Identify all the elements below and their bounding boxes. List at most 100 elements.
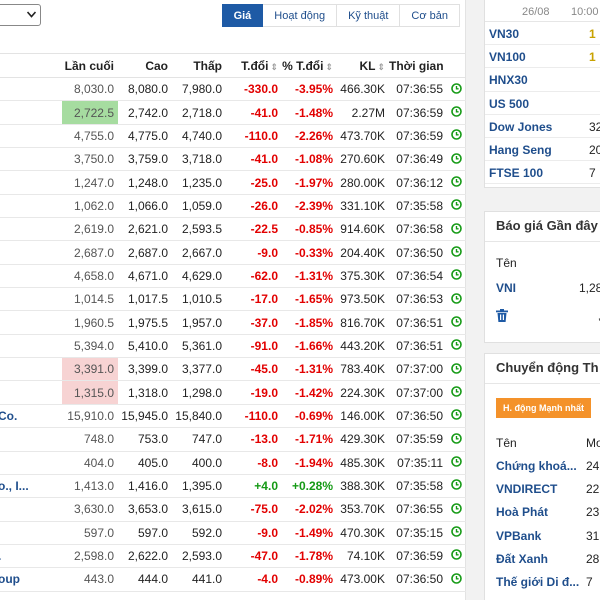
- mover-name[interactable]: Thế giới Di đ...: [496, 575, 579, 589]
- table-row[interactable]: oup 443.0 444.0 441.0 -4.0 -0.89% 473.00K 07:36…: [0, 567, 466, 592]
- index-name[interactable]: Hang Seng: [489, 143, 552, 157]
- table-row[interactable]: 4,755.0 4,775.0 4,740.0 -110.0 -2.26% 473.70K…: [0, 124, 466, 149]
- instrument-name[interactable]: [0, 147, 62, 172]
- table-row[interactable]: 1,062.0 1,066.0 1,059.0 -26.0 -2.39% 331.10K 0…: [0, 194, 466, 219]
- index-name[interactable]: US 500: [489, 97, 529, 111]
- table-row[interactable]: 2,619.0 2,621.0 2,593.5 -22.5 -0.85% 914.60K 0…: [0, 217, 466, 242]
- index-row[interactable]: US 500: [485, 92, 600, 115]
- market-movers-widget: Chuyển động Th H. động Mạnh nhất Tên Mo …: [484, 353, 600, 600]
- index-row[interactable]: HNX30: [485, 68, 600, 92]
- index-row[interactable]: VN100 1: [485, 45, 600, 69]
- instrument-name[interactable]: [0, 170, 62, 195]
- instrument-name[interactable]: [0, 451, 62, 475]
- mover-name[interactable]: VNDIRECT: [496, 482, 557, 496]
- col-header-last[interactable]: Lần cuối: [62, 53, 118, 78]
- table-toolbar: Giá Hoạt động Kỹ thuật Cơ bản: [0, 0, 466, 34]
- index-name[interactable]: HNX30: [489, 73, 528, 87]
- last-price: 3,630.0: [62, 497, 118, 522]
- col-header-pct-change[interactable]: % T.đổi ⇕: [282, 53, 337, 78]
- col-header-low[interactable]: Thấp: [172, 53, 226, 78]
- clock-icon: [451, 106, 462, 120]
- update-time: 07:36:55: [389, 497, 447, 522]
- mover-name[interactable]: VPBank: [496, 529, 541, 543]
- instrument-name[interactable]: Co.: [0, 404, 62, 429]
- high-price: 5,410.0: [118, 334, 172, 359]
- table-row[interactable]: 2,722.5 2,742.0 2,718.0 -41.0 -1.48% 2.27M 07:…: [0, 100, 466, 125]
- table-row[interactable]: 404.0 405.0 400.0 -8.0 -1.94% 485.30K 07:35:11: [0, 451, 466, 475]
- update-time: 07:36:59: [389, 544, 447, 569]
- low-price: 15,840.0: [172, 404, 226, 429]
- index-name[interactable]: FTSE 100: [489, 166, 543, 180]
- trash-icon[interactable]: [496, 309, 508, 327]
- low-price: 2,593.0: [172, 544, 226, 569]
- mover-name[interactable]: Hoà Phát: [496, 505, 548, 519]
- instrument-name[interactable]: [0, 264, 62, 289]
- table-row[interactable]: 1,960.5 1,975.5 1,957.0 -37.0 -1.85% 816.70K 0…: [0, 310, 466, 335]
- table-row[interactable]: 1,014.5 1,017.5 1,010.5 -17.0 -1.65% 973.50K 0…: [0, 287, 466, 312]
- watchlist-select[interactable]: [0, 4, 41, 26]
- instrument-name[interactable]: [0, 77, 62, 102]
- index-row[interactable]: FTSE 100 7: [485, 161, 600, 185]
- table-row[interactable]: 748.0 753.0 747.0 -13.0 -1.71% 429.30K 07:35:5…: [0, 427, 466, 452]
- clock-icon: [451, 456, 462, 470]
- mover-name[interactable]: Chứng khoá...: [496, 459, 577, 473]
- instrument-name[interactable]: [0, 427, 62, 452]
- col-header-change[interactable]: T.đổi ⇕: [226, 53, 282, 78]
- table-row[interactable]: 3,391.0 3,399.0 3,377.0 -45.0 -1.31% 783.40K 0…: [0, 357, 466, 382]
- instrument-name[interactable]: [0, 310, 62, 335]
- table-row[interactable]: Co.15,910.015,945.015,840.0-110.0-0.69%1…: [0, 404, 466, 429]
- mover-name[interactable]: Đất Xanh: [496, 552, 548, 566]
- tab-3[interactable]: Cơ bản: [400, 4, 460, 27]
- table-row[interactable]: 597.0 597.0 592.0 -9.0 -1.49% 470.30K 07:35:15: [0, 521, 466, 545]
- index-row[interactable]: Hang Seng 20: [485, 138, 600, 162]
- instrument-name[interactable]: [0, 357, 62, 382]
- col-header-volume[interactable]: KL ⇕: [337, 53, 389, 78]
- high-price: 4,671.0: [118, 264, 172, 289]
- change-percent: -2.39%: [282, 194, 337, 219]
- table-row[interactable]: 5,394.0 5,410.0 5,361.0 -91.0 -1.66% 443.20K 0…: [0, 334, 466, 359]
- index-name[interactable]: VN100: [489, 50, 526, 64]
- index-name[interactable]: VN30: [489, 27, 519, 41]
- instrument-name[interactable]: [0, 380, 62, 405]
- recent-quote-symbol[interactable]: VNI: [496, 281, 516, 295]
- tab-0[interactable]: Giá: [221, 4, 264, 27]
- instrument-name[interactable]: [0, 100, 62, 125]
- col-header-time[interactable]: Thời gian: [389, 53, 447, 78]
- instrument-name[interactable]: [0, 124, 62, 149]
- mover-row[interactable]: Đất Xanh 28: [496, 552, 600, 575]
- tab-2[interactable]: Kỹ thuật: [337, 4, 401, 27]
- sort-icon: ⇕: [377, 61, 385, 72]
- mover-row[interactable]: VNDIRECT 22: [496, 482, 600, 505]
- index-row[interactable]: VN30 1: [485, 22, 600, 46]
- instrument-name[interactable]: [0, 521, 62, 545]
- index-row[interactable]: Dow Jones 32: [485, 115, 600, 138]
- mover-row[interactable]: Thế giới Di đ... 7: [496, 575, 600, 598]
- table-row[interactable]: 1,315.0 1,318.0 1,298.0 -19.0 -1.42% 224.30K 0…: [0, 380, 466, 405]
- change-value: -25.0: [226, 170, 282, 195]
- status-cell: [447, 310, 466, 335]
- table-row[interactable]: o., I... 1,413.0 1,416.0 1,395.0 +4.0 +0.28% 3…: [0, 474, 466, 499]
- instrument-name[interactable]: [0, 497, 62, 522]
- col-header-high[interactable]: Cao: [118, 53, 172, 78]
- most-active-button[interactable]: H. động Mạnh nhất: [496, 398, 591, 418]
- instrument-name[interactable]: [0, 194, 62, 219]
- mover-row[interactable]: Hoà Phát 23: [496, 505, 600, 528]
- table-row[interactable]: 1,247.0 1,248.0 1,235.0 -25.0 -1.97% 280.00K 0…: [0, 170, 466, 195]
- instrument-name[interactable]: .: [0, 544, 62, 569]
- instrument-name[interactable]: o., I...: [0, 474, 62, 499]
- table-row[interactable]: 8,030.0 8,080.0 7,980.0 -330.0 -3.95% 466.30K…: [0, 77, 466, 102]
- instrument-name[interactable]: [0, 217, 62, 242]
- instrument-name[interactable]: [0, 240, 62, 265]
- instrument-name[interactable]: [0, 287, 62, 312]
- tab-1[interactable]: Hoạt động: [263, 4, 338, 27]
- table-row[interactable]: 3,630.0 3,653.0 3,615.0 -75.0 -2.02% 353.70K 0…: [0, 497, 466, 522]
- mover-row[interactable]: Chứng khoá... 24: [496, 459, 600, 482]
- table-row[interactable]: .2,598.02,622.02,593.0-47.0-1.78%74.10K0…: [0, 544, 466, 569]
- instrument-name[interactable]: [0, 334, 62, 359]
- table-row[interactable]: 4,658.0 4,671.0 4,629.0 -62.0 -1.31% 375.30K 0…: [0, 264, 466, 289]
- table-row[interactable]: 2,687.0 2,687.0 2,667.0 -9.0 -0.33% 204.40K 07…: [0, 240, 466, 265]
- index-name[interactable]: Dow Jones: [489, 120, 552, 134]
- mover-row[interactable]: VPBank 31: [496, 529, 600, 552]
- instrument-name[interactable]: oup: [0, 567, 62, 592]
- table-row[interactable]: 3,750.0 3,759.0 3,718.0 -41.0 -1.08% 270.60K 0…: [0, 147, 466, 172]
